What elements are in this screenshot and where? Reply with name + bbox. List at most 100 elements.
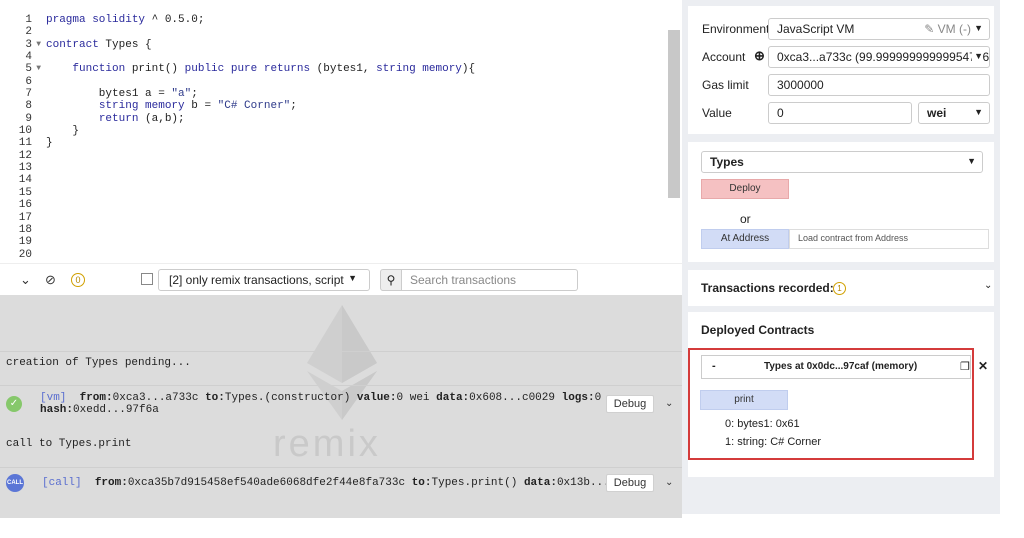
account-select[interactable]: 0xca3...a733c (99.99999999999954726 ▼ (768, 46, 990, 68)
divider (0, 351, 682, 352)
double-chevron-down-icon[interactable]: ⌄ (20, 272, 31, 288)
check-icon: ✓ (6, 396, 22, 412)
line-number: 6 (25, 75, 32, 88)
deploy-button[interactable]: Deploy (701, 179, 789, 199)
terminal-log-line: call to Types.print (6, 438, 132, 450)
transactions-recorded-card[interactable]: Transactions recorded: 1 ⌄ (688, 270, 994, 306)
value: Types.print() (431, 477, 518, 489)
or-label: or (740, 212, 751, 226)
deploy-card: Types ▼ Deploy or At Address Load contra… (688, 142, 994, 262)
terminal-toolbar: ⌄ ⊘ 0 [2] only remix transactions, scrip… (0, 263, 682, 295)
environment-suffix: ✎ VM (-) (924, 22, 971, 36)
at-address-button[interactable]: At Address (701, 229, 789, 249)
call-tag: [call] (42, 477, 82, 489)
gas-limit-label: Gas limit (702, 78, 749, 92)
environment-suffix-text: VM (-) (937, 22, 971, 36)
code-line: contract Types { (46, 39, 475, 51)
gas-limit-input[interactable]: 3000000 (768, 74, 990, 96)
contract-select[interactable]: Types ▼ (701, 151, 983, 173)
code-keyword: string memory (98, 100, 185, 113)
fold-arrow-icon[interactable]: ▼ (36, 39, 41, 51)
label: logs: (561, 392, 595, 404)
value: 0xca3...a733c (112, 392, 199, 404)
line-number: 7 (25, 88, 32, 101)
highlight-box (688, 348, 974, 460)
chevron-down-icon[interactable]: ⌄ (984, 280, 992, 291)
search-transactions-input[interactable] (402, 269, 578, 291)
plug-icon: ✎ (924, 22, 935, 36)
editor-scrollbar[interactable] (668, 30, 680, 198)
label: to: (205, 392, 225, 404)
label: data: (523, 477, 557, 489)
environment-select[interactable]: JavaScript VM ✎ VM (-) ▼ (768, 18, 990, 40)
pending-transactions-badge: 0 (71, 273, 85, 287)
environment-value: JavaScript VM (777, 22, 855, 36)
code-text: (a,b); (138, 112, 185, 125)
code-editor[interactable]: 1 2 3 ▼ 4 5 ▼ 6 7 8 9 10 11 12 13 14 15 16… (0, 0, 682, 263)
code-text: bytes1 a = (46, 88, 172, 101)
code-text: ^ 0.5.0; (145, 14, 205, 26)
debug-button[interactable]: Debug (606, 474, 654, 492)
line-number: 2 (25, 26, 32, 39)
code-line: string memory b = "C# Corner"; (46, 100, 475, 112)
caret-down-icon: ▼ (967, 156, 976, 166)
line-number: 14 (18, 174, 32, 187)
deployed-contracts-label: Deployed Contracts (701, 323, 815, 337)
code-keyword: return (98, 112, 139, 125)
line-number: 19 (18, 236, 32, 249)
divider (0, 385, 682, 386)
code-string: "a" (171, 88, 192, 101)
value-input[interactable]: 0 (768, 102, 912, 124)
line-number: 11 (18, 137, 32, 150)
line-number: 8 (25, 100, 32, 113)
search-icon[interactable]: ⚲ (380, 269, 402, 291)
at-address-input[interactable]: Load contract from Address (789, 229, 989, 249)
debug-button[interactable]: Debug (606, 395, 654, 413)
code-text: Types { (98, 38, 152, 51)
caret-down-icon: ▼ (974, 23, 983, 33)
transaction-summary[interactable]: [vm] from:0xca3...a733c to:Types.(constr… (40, 392, 601, 404)
value: 0xca35b7d915458ef540ade6068dfe2f44e8fa73… (127, 477, 406, 489)
fold-arrow-icon[interactable]: ▼ (36, 63, 41, 75)
transactions-recorded-label: Transactions recorded: (701, 281, 834, 295)
code-line: pragma solidity ^ 0.5.0; (46, 14, 475, 26)
chevron-down-icon[interactable]: ⌄ (665, 398, 673, 409)
left-pane: 1 2 3 ▼ 4 5 ▼ 6 7 8 9 10 11 12 13 14 15 16… (0, 0, 682, 518)
label: hash: (40, 404, 74, 416)
line-number: 17 (18, 211, 32, 224)
code-text: ; (290, 100, 297, 113)
line-number: 4 (25, 51, 32, 64)
label: from: (79, 392, 113, 404)
value: 0 wei (396, 392, 430, 404)
line-number: 3 ▼ (25, 38, 41, 51)
remix-watermark: remix (273, 423, 381, 465)
transaction-summary[interactable]: [call] from:0xca35b7d915458ef540ade6068d… (42, 477, 643, 489)
transaction-filter-select[interactable]: [2] only remix transactions, script ▼ (158, 269, 370, 291)
code-line: bytes1 a = "a"; (46, 88, 475, 100)
code-content[interactable]: pragma solidity ^ 0.5.0; contract Types … (46, 14, 475, 150)
line-number: 15 (18, 186, 32, 199)
chevron-down-icon[interactable]: ⌄ (665, 477, 673, 488)
listen-network-checkbox[interactable] (141, 273, 153, 285)
line-number: 1 (25, 14, 32, 26)
caret-down-icon: ▼ (348, 273, 357, 283)
code-keyword: public pure returns (184, 63, 311, 76)
terminal-output: remix creation of Types pending... ✓ [vm… (0, 295, 682, 518)
code-text: ; (191, 88, 198, 101)
value: 0 (594, 392, 602, 404)
value-unit-select[interactable]: wei ▼ (918, 102, 990, 124)
clear-icon[interactable]: ⊘ (45, 272, 56, 288)
value-label: Value (702, 106, 732, 120)
label: data: (436, 392, 470, 404)
contract-value: Types (710, 155, 744, 169)
terminal-log-line: creation of Types pending... (6, 357, 191, 369)
value-unit: wei (927, 106, 947, 120)
line-number: 5 ▼ (25, 63, 41, 76)
plus-circle-icon[interactable]: ⊕ (754, 48, 765, 64)
transactions-count-badge: 1 (833, 282, 846, 295)
line-number: 13 (18, 162, 32, 175)
close-icon[interactable]: ✕ (978, 359, 988, 373)
value: Types.(constructor) (224, 392, 351, 404)
label: to: (411, 477, 432, 489)
